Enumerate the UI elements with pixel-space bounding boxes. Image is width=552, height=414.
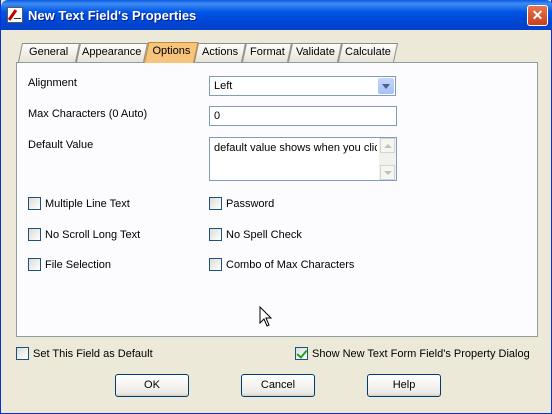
checkbox-icon[interactable] <box>16 347 29 360</box>
chevron-down-icon[interactable] <box>378 78 394 94</box>
max-characters-input[interactable]: 0 <box>209 106 397 126</box>
file-selection-checkbox[interactable]: File Selection <box>28 258 111 271</box>
help-button[interactable]: Help <box>367 374 441 397</box>
alignment-label: Alignment <box>28 77 77 89</box>
default-value-textarea[interactable]: default value shows when you click <box>209 137 397 181</box>
default-value-scrollbar[interactable] <box>379 138 396 180</box>
multiple-line-text-checkbox[interactable]: Multiple Line Text <box>28 197 130 210</box>
default-value-text: default value shows when you click <box>214 142 377 154</box>
scroll-up-icon[interactable] <box>380 138 395 153</box>
default-value-label: Default Value <box>28 139 94 151</box>
no-scroll-long-text-checkbox[interactable]: No Scroll Long Text <box>28 228 140 241</box>
alignment-value: Left <box>214 80 233 92</box>
checkbox-icon[interactable] <box>28 258 41 271</box>
password-checkbox[interactable]: Password <box>209 197 274 210</box>
scroll-down-icon[interactable] <box>380 165 395 180</box>
no-spell-check-checkbox[interactable]: No Spell Check <box>209 228 302 241</box>
tab-actions[interactable]: Actions <box>194 43 247 62</box>
tab-format[interactable]: Format <box>242 43 293 62</box>
checkbox-icon[interactable] <box>209 228 222 241</box>
checkbox-icon[interactable] <box>209 258 222 271</box>
set-field-default-checkbox[interactable]: Set This Field as Default <box>16 347 153 360</box>
checkbox-icon[interactable] <box>209 197 222 210</box>
alignment-select[interactable]: Left <box>209 76 396 96</box>
tab-validate[interactable]: Validate <box>288 43 343 62</box>
window-title: New Text Field's Properties <box>28 8 197 23</box>
cancel-button[interactable]: Cancel <box>241 374 315 397</box>
document-edit-icon <box>7 7 23 23</box>
tab-appearance[interactable]: Appearance <box>76 43 149 62</box>
combo-of-max-characters-checkbox[interactable]: Combo of Max Characters <box>209 258 354 271</box>
properties-dialog: New Text Field's Properties ✕ General Ap… <box>0 0 552 414</box>
ok-button[interactable]: OK <box>115 374 189 397</box>
title-bar[interactable]: New Text Field's Properties ✕ <box>1 0 552 30</box>
show-property-dialog-checkbox[interactable]: Show New Text Form Field's Property Dial… <box>295 347 530 360</box>
tab-calculate[interactable]: Calculate <box>338 43 399 62</box>
checkbox-icon[interactable] <box>28 228 41 241</box>
max-characters-label: Max Characters (0 Auto) <box>28 108 148 120</box>
tab-options[interactable]: Options <box>144 42 199 63</box>
checkmark-icon[interactable] <box>295 347 308 360</box>
close-button[interactable]: ✕ <box>527 5 548 26</box>
tab-strip: General Appearance Options Actions Forma… <box>16 42 552 63</box>
checkbox-icon[interactable] <box>28 197 41 210</box>
mouse-pointer-icon <box>259 306 273 327</box>
tab-general[interactable]: General <box>18 43 81 62</box>
